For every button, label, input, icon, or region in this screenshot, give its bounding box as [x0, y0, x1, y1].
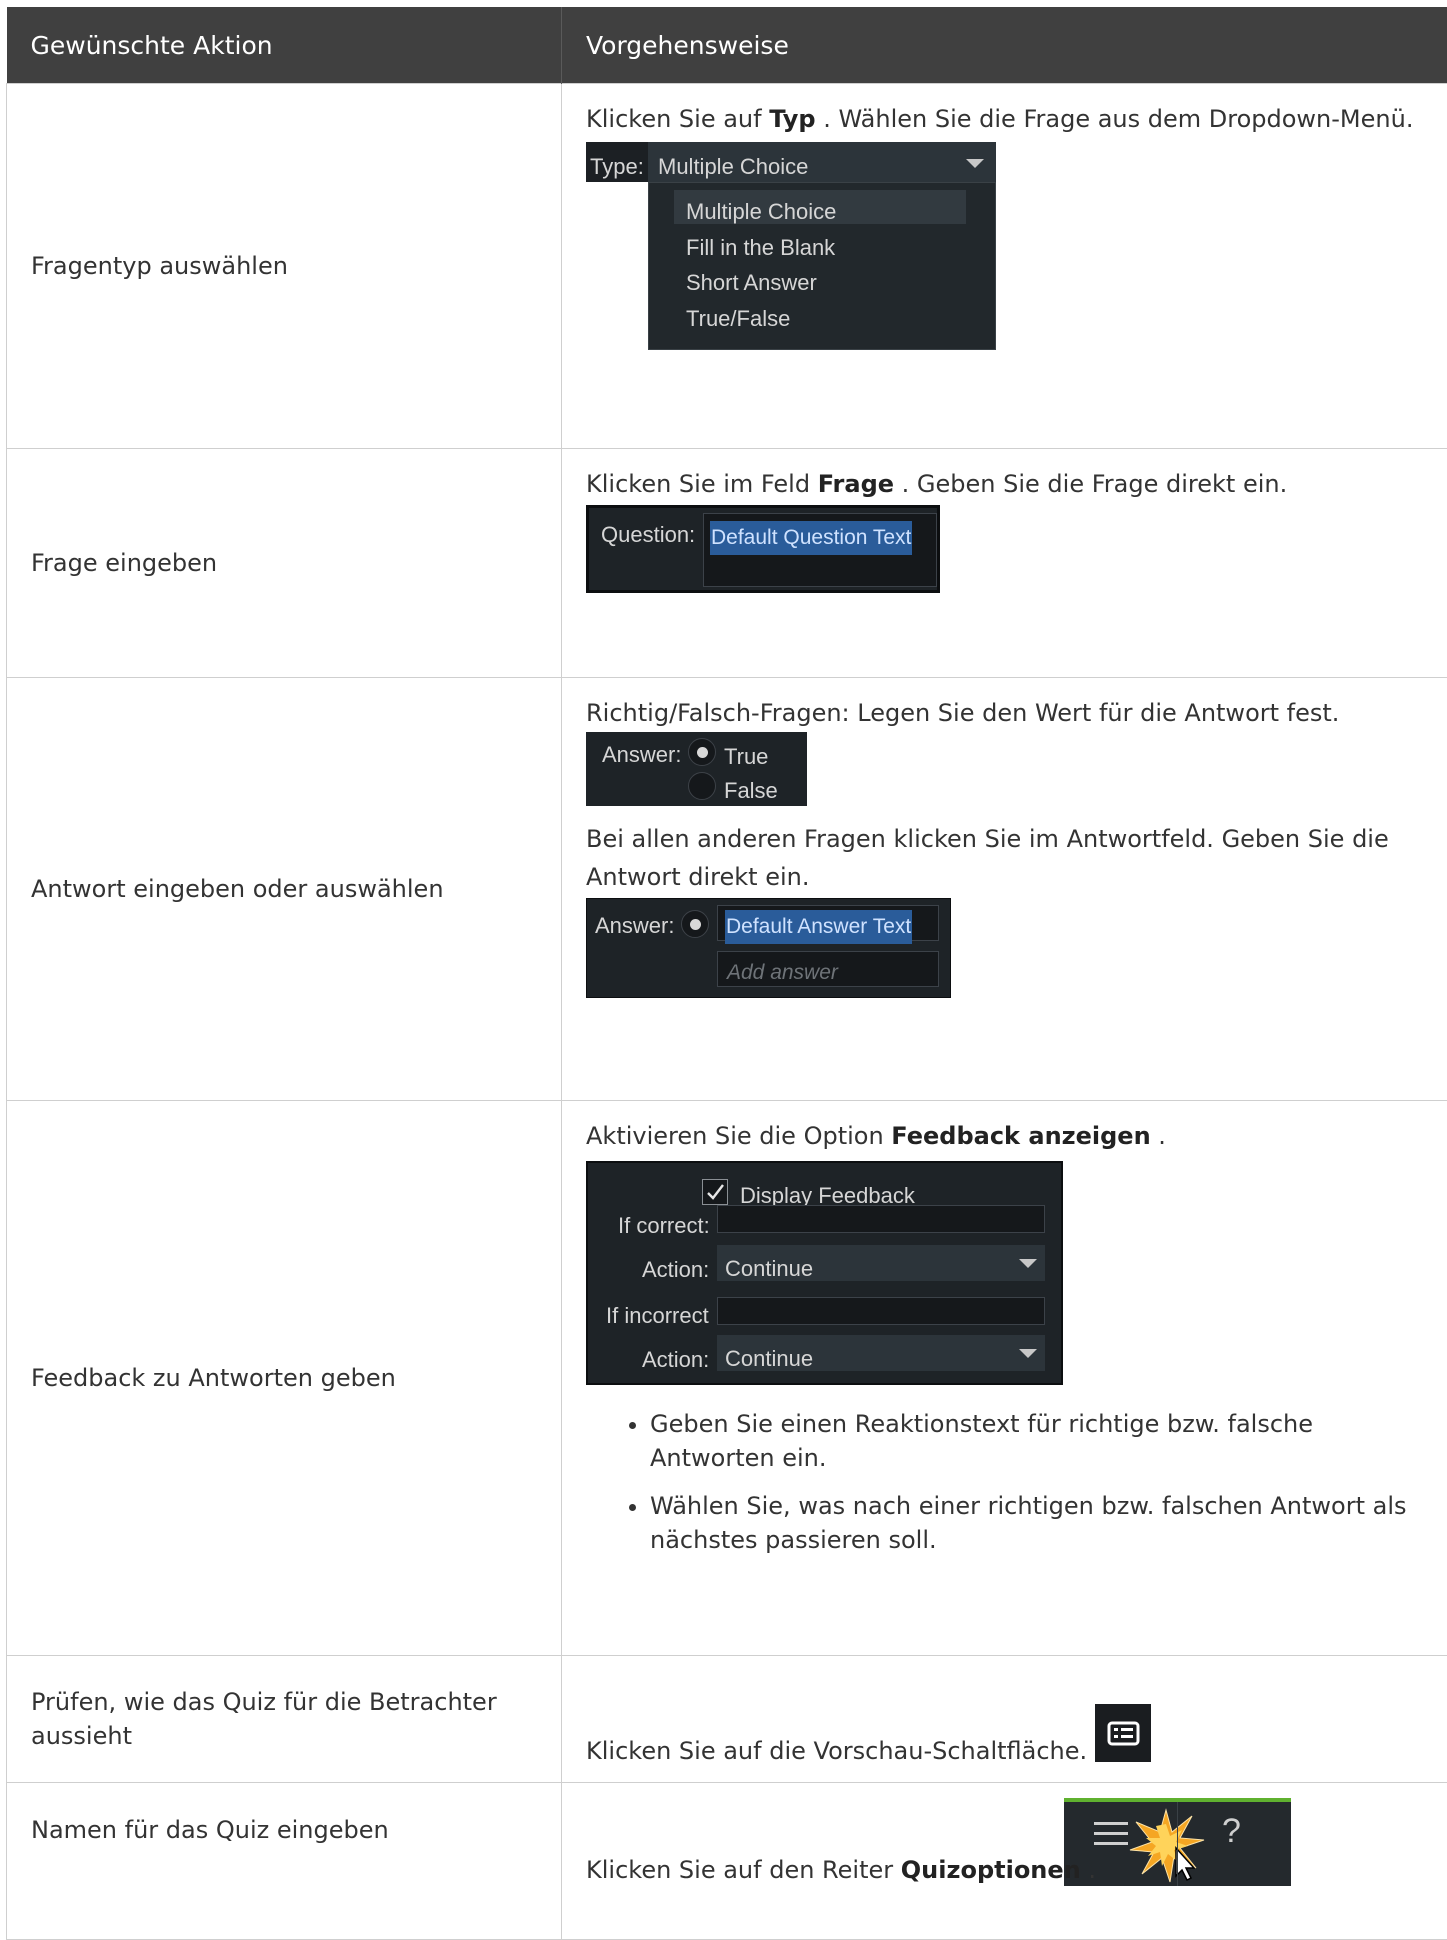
action-dropdown-correct[interactable]: Continue [717, 1245, 1045, 1281]
add-answer-input[interactable]: Add answer [717, 951, 939, 987]
radio-false-label: False [724, 774, 778, 808]
procedure-cell: Aktivieren Sie die Option Feedback anzei… [562, 1101, 1447, 1656]
instruction-table: Gewünschte Aktion Vorgehensweise Fragent… [6, 7, 1447, 1940]
if-correct-input[interactable] [717, 1205, 1045, 1233]
table-header: Gewünschte Aktion Vorgehensweise [7, 7, 1447, 84]
list-item: Geben Sie einen Reaktionstext für richti… [650, 1407, 1423, 1475]
answer-input[interactable]: Default Answer Text [717, 905, 939, 941]
feedback-settings-screenshot: Display Feedback If correct: Action: Con… [586, 1161, 1063, 1385]
action-cell: Feedback zu Antworten geben [7, 1101, 562, 1656]
type-label: Type: [590, 150, 644, 184]
procedure-cell: Klicken Sie auf Typ . Wählen Sie die Fra… [562, 84, 1447, 449]
question-label: Question: [601, 518, 695, 552]
table-row: Fragentyp auswählen Klicken Sie auf Typ … [7, 84, 1447, 449]
procedure-cell: Richtig/Falsch-Fragen: Legen Sie den Wer… [562, 678, 1447, 1101]
dropdown-option[interactable]: Fill in the Blank [686, 231, 835, 265]
list-item: Wählen Sie, was nach einer richtigen bzw… [650, 1489, 1423, 1557]
action-cell: Namen für das Quiz eingeben [7, 1783, 562, 1940]
header-procedure: Vorgehensweise [562, 7, 1447, 84]
preview-button[interactable] [1095, 1704, 1151, 1762]
instruction-text: Klicken Sie auf Typ . Wählen Sie die Fra… [586, 102, 1423, 136]
instruction-text: Klicken Sie auf die Vorschau-Schaltfläch… [586, 1737, 1087, 1765]
quiz-options-tab-screenshot: ? [1064, 1798, 1291, 1886]
if-incorrect-label: If incorrect [606, 1299, 709, 1333]
dropdown-option[interactable]: Multiple Choice [686, 195, 836, 229]
table-row: Namen für das Quiz eingeben ? [7, 1783, 1447, 1940]
question-field-screenshot: Question: Default Question Text [586, 505, 940, 593]
bullet-list: Geben Sie einen Reaktionstext für richti… [586, 1407, 1423, 1557]
instruction-text: Richtig/Falsch-Fragen: Legen Sie den Wer… [586, 696, 1423, 730]
if-correct-label: If correct: [618, 1209, 710, 1243]
instruction-text: Klicken Sie auf den Reiter Quizoptionen … [586, 1853, 1096, 1887]
action-label-incorrect: Action: [642, 1343, 709, 1377]
if-incorrect-input[interactable] [717, 1297, 1045, 1325]
answer-label: Answer: [595, 909, 674, 943]
instruction-text: Aktivieren Sie die Option Feedback anzei… [586, 1119, 1423, 1153]
table-row: Prüfen, wie das Quiz für die Betrachter … [7, 1656, 1447, 1783]
action-dropdown-incorrect[interactable]: Continue [717, 1335, 1045, 1371]
procedure-cell: Klicken Sie auf die Vorschau-Schaltfläch… [562, 1656, 1447, 1783]
question-input[interactable]: Default Question Text [703, 513, 937, 587]
instruction-text: Klicken Sie im Feld Frage . Geben Sie di… [586, 467, 1423, 501]
header-desired-action: Gewünschte Aktion [7, 7, 562, 84]
instruction-text: Bei allen anderen Fragen klicken Sie im … [586, 820, 1423, 896]
radio-true-label: True [724, 740, 768, 774]
radio-false[interactable] [688, 772, 716, 800]
type-dropdown-screenshot: Type: Multiple Choice Multiple Choice Fi… [586, 142, 996, 358]
help-question-icon[interactable]: ? [1222, 1814, 1241, 1848]
chevron-down-icon [1019, 1349, 1037, 1358]
action-cell: Frage eingeben [7, 449, 562, 678]
table-row: Feedback zu Antworten geben Aktivieren S… [7, 1101, 1447, 1656]
dropdown-option[interactable]: Short Answer [686, 266, 817, 300]
procedure-cell: Klicken Sie im Feld Frage . Geben Sie di… [562, 449, 1447, 678]
procedure-cell: ? Klicken Sie auf den Reiter Quizoptione… [562, 1783, 1447, 1940]
table-row: Antwort eingeben oder auswählen Richtig/… [7, 678, 1447, 1101]
radio-true[interactable] [688, 738, 716, 766]
action-cell: Fragentyp auswählen [7, 84, 562, 449]
preview-list-icon [1095, 1704, 1151, 1762]
table-row: Frage eingeben Klicken Sie im Feld Frage… [7, 449, 1447, 678]
dropdown-option[interactable]: True/False [686, 302, 790, 336]
answer-field-screenshot: Answer: Default Answer Text Add answer [586, 898, 951, 998]
answer-radio[interactable] [681, 910, 709, 938]
checkmark-icon [703, 1180, 727, 1204]
display-feedback-checkbox[interactable] [702, 1179, 728, 1205]
true-false-screenshot: Answer: True False [586, 732, 807, 806]
type-selected-value: Multiple Choice [658, 150, 808, 184]
action-label-correct: Action: [642, 1253, 709, 1287]
action-cell: Antwort eingeben oder auswählen [7, 678, 562, 1101]
answer-label: Answer: [602, 738, 681, 772]
click-burst-icon [1126, 1806, 1206, 1886]
chevron-down-icon [1019, 1259, 1037, 1268]
action-cell: Prüfen, wie das Quiz für die Betrachter … [7, 1656, 562, 1783]
chevron-down-icon [966, 159, 984, 168]
